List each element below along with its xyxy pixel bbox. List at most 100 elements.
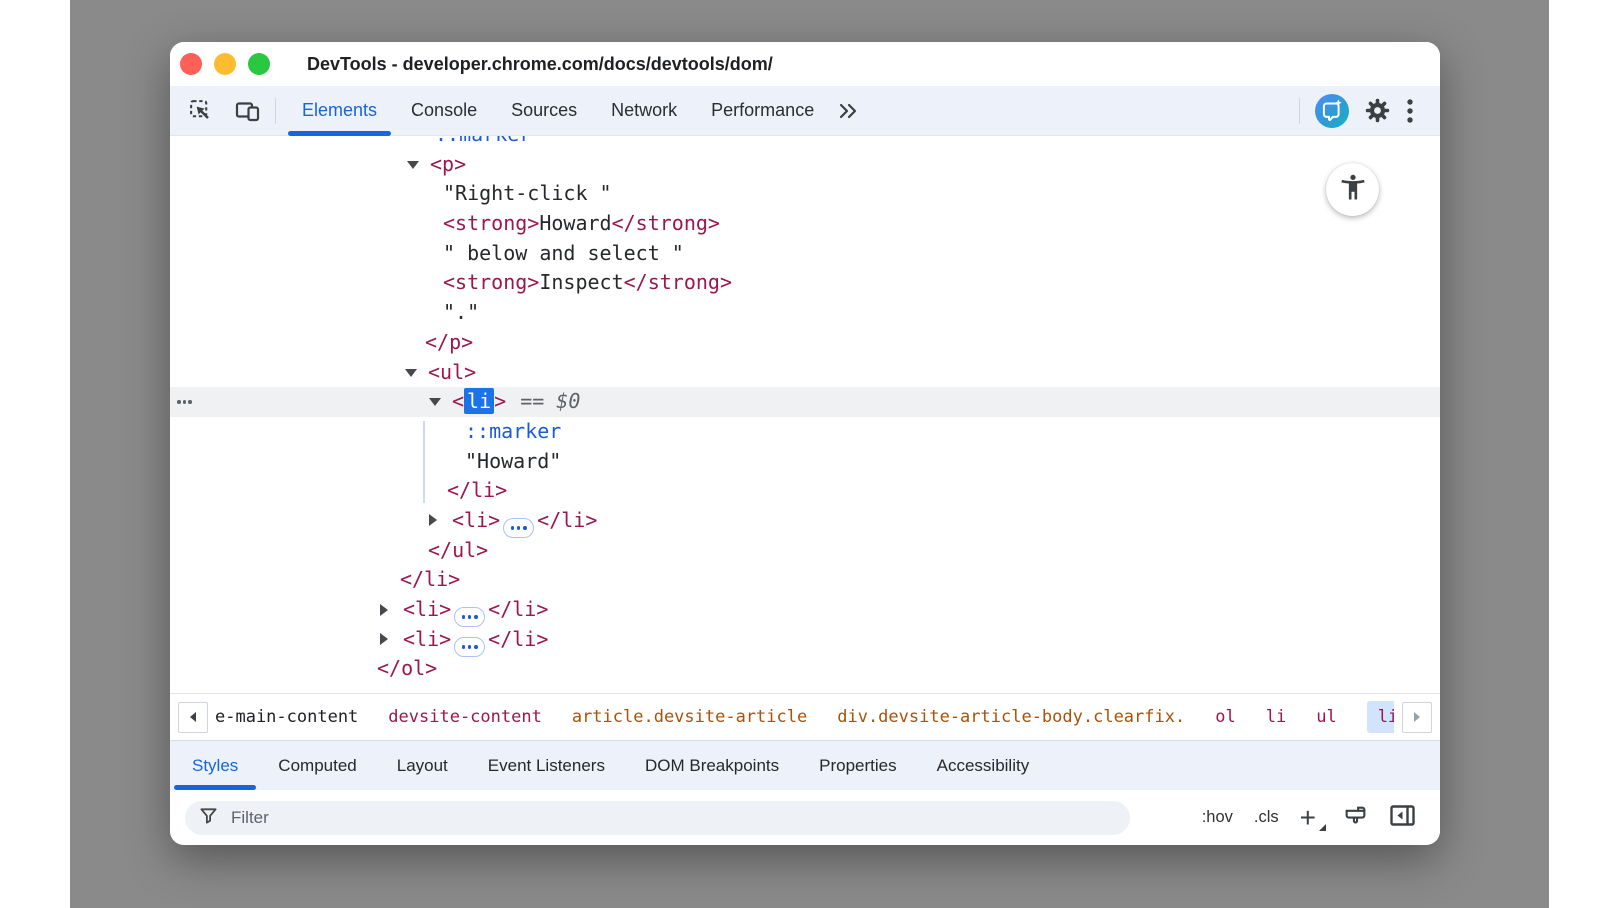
dom-tree-row[interactable]: <li></li> [170, 506, 1440, 536]
expand-arrow-down-icon[interactable] [429, 398, 441, 406]
settings-gear-icon[interactable] [1364, 97, 1391, 124]
toggle-pseudo-state-button[interactable]: :hov [1202, 808, 1233, 827]
expand-arrow-right-icon[interactable] [429, 514, 437, 526]
new-style-rule-button[interactable]: + [1300, 808, 1322, 828]
breadcrumb-item-li[interactable]: li [1367, 701, 1394, 733]
panel-tab-accessibility[interactable]: Accessibility [917, 741, 1050, 790]
tag-token: </li> [400, 567, 460, 591]
tag-token: </ul> [428, 538, 488, 562]
zoom-window-button[interactable] [248, 53, 270, 75]
dom-tree-row[interactable]: </ol> [170, 654, 1440, 684]
sidebar-tab-strip: StylesComputedLayoutEvent ListenersDOM B… [170, 740, 1440, 790]
dom-tree-row[interactable]: <strong>Inspect</strong> [170, 268, 1440, 298]
panel-tab-computed[interactable]: Computed [258, 741, 376, 790]
dom-tree-row[interactable]: </ul> [170, 536, 1440, 566]
device-toolbar-icon[interactable] [235, 99, 261, 123]
expand-arrow-right-icon[interactable] [380, 604, 388, 616]
text-node-token: " below and select " [443, 241, 684, 265]
breadcrumb-item-ol[interactable]: ol [1215, 707, 1235, 727]
panel-tab-strip: ElementsConsoleSourcesNetworkPerformance [285, 86, 831, 135]
tag-token: <li> [452, 508, 500, 532]
text-node-token: "." [443, 300, 479, 324]
tab-sources[interactable]: Sources [494, 86, 594, 135]
styles-pane-toolbar: Filter :hov .cls + [170, 790, 1440, 845]
more-tabs-icon[interactable] [837, 101, 859, 121]
tab-network[interactable]: Network [594, 86, 694, 135]
expand-arrow-down-icon[interactable] [405, 369, 417, 377]
dom-tree-row[interactable]: <li></li> [170, 595, 1440, 625]
text-node-token: "Howard" [465, 449, 561, 473]
text-node-token: Inspect [539, 270, 623, 294]
dom-tree-row[interactable]: <p> [170, 150, 1440, 180]
dom-tree-row[interactable]: "Right-click " [170, 179, 1440, 209]
tag-token: </strong> [612, 211, 720, 235]
panel-tab-styles[interactable]: Styles [172, 741, 258, 790]
style-filter-input[interactable]: Filter [185, 801, 1130, 835]
dom-tree-row[interactable]: <strong>Howard</strong> [170, 209, 1440, 239]
dom-tree-row[interactable]: <li></li> [170, 625, 1440, 655]
breadcrumb-item-li[interactable]: li [1266, 707, 1286, 727]
dom-tree-row[interactable]: </li> [170, 565, 1440, 595]
filter-placeholder: Filter [231, 808, 269, 828]
window-title: DevTools - developer.chrome.com/docs/dev… [307, 54, 773, 75]
dom-tree-row[interactable]: "Howard" [170, 447, 1440, 477]
tag-token: </li> [488, 597, 548, 621]
close-window-button[interactable] [180, 53, 202, 75]
breadcrumb-item-article-devsite-article[interactable]: article.devsite-article [572, 707, 807, 727]
tag-token: > [494, 389, 506, 413]
console-reference-token: $0 [556, 389, 580, 413]
dom-tree-row[interactable]: " below and select " [170, 239, 1440, 269]
dom-tree-row[interactable]: </li> [170, 476, 1440, 506]
minimize-window-button[interactable] [214, 53, 236, 75]
dom-tree-row[interactable]: "." [170, 298, 1440, 328]
breadcrumb: e-main-content devsite-content article.dev… [215, 701, 1394, 733]
selected-tag-name[interactable]: li [464, 388, 494, 414]
tag-token: <ul> [428, 360, 476, 384]
row-more-actions-icon[interactable] [177, 387, 192, 417]
tag-token: </strong> [624, 270, 732, 294]
accessibility-overlay-button[interactable] [1326, 163, 1379, 216]
tag-token: </p> [425, 330, 473, 354]
tag-token: </ol> [377, 656, 437, 680]
breadcrumb-scroll-left-button[interactable] [178, 702, 208, 733]
expand-arrow-down-icon[interactable] [407, 161, 419, 169]
breadcrumb-item-e-main-content[interactable]: e-main-content [215, 707, 358, 727]
title-bar: DevTools - developer.chrome.com/docs/dev… [170, 42, 1440, 86]
dom-tree-row[interactable]: ::marker [170, 136, 1440, 150]
toggle-sidebar-icon[interactable] [1389, 803, 1416, 833]
more-menu-icon[interactable] [1406, 98, 1414, 124]
styles-toolbar-buttons: :hov .cls + [1202, 803, 1416, 833]
toggle-element-classes-button[interactable]: .cls [1254, 808, 1279, 827]
breadcrumb-scroll-right-button[interactable] [1402, 702, 1432, 733]
panel-tab-properties[interactable]: Properties [799, 741, 916, 790]
breadcrumb-item-ul[interactable]: ul [1316, 707, 1336, 727]
equals-token: == [520, 389, 544, 413]
toolbar-divider [1299, 98, 1300, 124]
panel-tab-layout[interactable]: Layout [377, 741, 468, 790]
panel-tab-dom-breakpoints[interactable]: DOM Breakpoints [625, 741, 799, 790]
rendering-brush-icon[interactable] [1343, 803, 1368, 833]
ai-assistant-icon[interactable] [1315, 94, 1349, 128]
tab-performance[interactable]: Performance [694, 86, 831, 135]
breadcrumb-bar: e-main-content devsite-content article.dev… [170, 693, 1440, 740]
dom-tree-row[interactable]: <li>==$0 [170, 387, 1440, 417]
tag-token: <li> [403, 627, 451, 651]
accessibility-person-icon [1338, 172, 1368, 207]
breadcrumb-item-div-devsite-article-body-clearfix-[interactable]: div.devsite-article-body.clearfix. [837, 707, 1185, 727]
breadcrumb-item-devsite-content[interactable]: devsite-content [388, 707, 542, 727]
tag-token: <strong> [443, 211, 539, 235]
tab-elements[interactable]: Elements [285, 86, 394, 135]
indent-guide [423, 421, 425, 503]
dom-tree-row[interactable]: </p> [170, 328, 1440, 358]
toolbar-right-cluster [1299, 94, 1414, 128]
text-node-token: Howard [539, 211, 611, 235]
dom-tree-panel: ::marker<p>"Right-click "<strong>Howard<… [170, 136, 1440, 693]
panel-tab-event-listeners[interactable]: Event Listeners [468, 741, 625, 790]
tag-token: <strong> [443, 270, 539, 294]
dom-tree-row[interactable]: ::marker [170, 417, 1440, 447]
dom-tree-row[interactable]: <ul> [170, 358, 1440, 388]
inspect-element-icon[interactable] [188, 98, 213, 123]
tab-console[interactable]: Console [394, 86, 494, 135]
dom-tree: ::marker<p>"Right-click "<strong>Howard<… [170, 136, 1440, 684]
expand-arrow-right-icon[interactable] [380, 633, 388, 645]
